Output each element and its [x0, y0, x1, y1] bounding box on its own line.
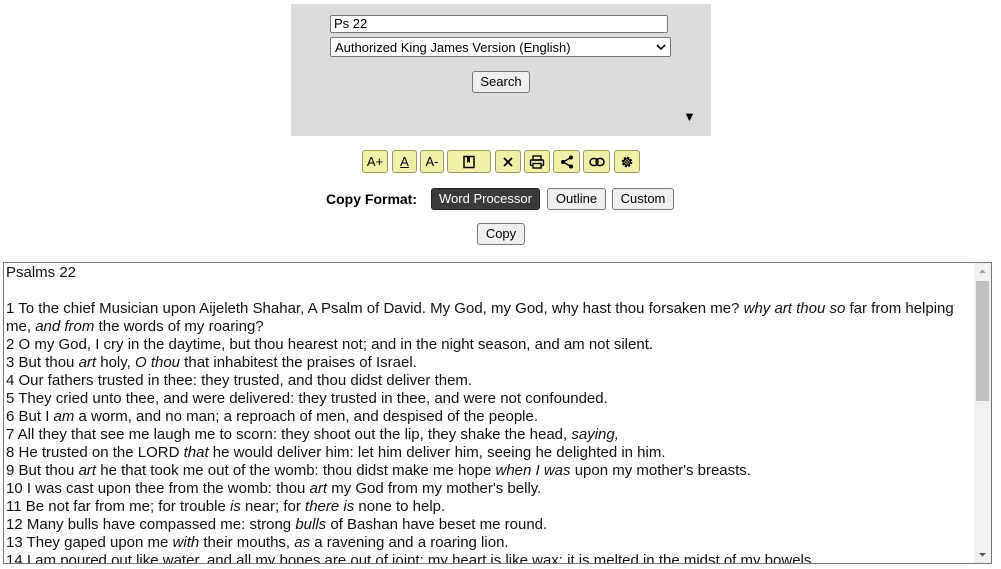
verse-italic-text: bulls	[295, 516, 327, 533]
verse-italic-text: art	[309, 480, 328, 497]
page: Ps 22 Authorized King James Version (Eng…	[0, 0, 1001, 569]
verse-text: 1 To the chief Musician upon Aijeleth Sh…	[6, 300, 744, 317]
scrollbar-thumb[interactable]	[976, 281, 989, 401]
verse-italic-text: and from	[35, 318, 95, 335]
verse-italic-text: that	[183, 444, 209, 461]
verse-text: their mouths,	[199, 534, 295, 551]
verse-text: the words of my roaring?	[94, 318, 264, 335]
verse-italic-text: why art thou so	[743, 300, 846, 317]
format-custom-button[interactable]: Custom	[612, 188, 674, 210]
verse-italic-text: am	[53, 408, 75, 425]
verse-text: 8 He trusted on the LORD	[6, 444, 184, 461]
expand-options-icon[interactable]: ▼	[683, 110, 696, 123]
verse-text: 4 Our fathers trusted in thee: they trus…	[6, 372, 473, 389]
verse-text: holy,	[96, 354, 135, 371]
link-icon	[588, 157, 605, 166]
scroll-up-arrow-icon[interactable]	[974, 263, 991, 280]
copy-button[interactable]: Copy	[477, 223, 525, 245]
format-outline-button[interactable]: Outline	[547, 188, 606, 210]
passage-title: Psalms 22	[6, 264, 77, 281]
search-panel: Ps 22 Authorized King James Version (Eng…	[291, 4, 711, 136]
verse-text: my God from my mother's belly.	[327, 480, 542, 497]
settings-button[interactable]	[614, 150, 640, 173]
verse-italic-text: art	[78, 462, 97, 479]
font-increase-button[interactable]: A+	[362, 150, 388, 173]
verse-text: none to help.	[354, 498, 446, 515]
font-reset-button[interactable]: A	[392, 150, 417, 173]
printer-icon	[529, 154, 545, 169]
verse-italic-text: is	[230, 498, 241, 515]
scroll-down-arrow-icon[interactable]	[974, 546, 991, 563]
verse-italic-text: when I was	[495, 462, 571, 479]
verse-italic-text: as	[294, 534, 311, 551]
verse-italic-text: saying,	[571, 426, 619, 443]
passage-toolbar: A+ A A-	[362, 150, 642, 173]
verse-line: 10 I was cast upon thee from the womb: t…	[6, 480, 971, 498]
font-decrease-button[interactable]: A-	[420, 150, 444, 173]
verse-line: 2 O my God, I cry in the daytime, but th…	[6, 336, 971, 354]
copy-format-label: Copy Format:	[326, 191, 417, 207]
verse-text: he that took me out of the womb: thou di…	[96, 462, 496, 479]
verse-text: he would deliver him: let him deliver hi…	[208, 444, 666, 461]
verse-line: 1 To the chief Musician upon Aijeleth Sh…	[6, 300, 971, 336]
verse-line: 5 They cried unto thee, and were deliver…	[6, 390, 971, 408]
verse-line: 12 Many bulls have compassed me: strong …	[6, 516, 971, 534]
version-select-value: Authorized King James Version (English)	[335, 40, 571, 55]
chevron-down-icon	[656, 44, 666, 51]
verse-line: 11 Be not far from me; for trouble is ne…	[6, 498, 971, 516]
clear-button[interactable]	[495, 150, 521, 173]
verse-text: 11 Be not far from me; for trouble	[6, 498, 230, 515]
vertical-scrollbar[interactable]	[974, 263, 991, 563]
verse-line: 4 Our fathers trusted in thee: they trus…	[6, 372, 971, 390]
verse-line: 7 All they that see me laugh me to scorn…	[6, 426, 971, 444]
verse-text: 9 But thou	[6, 462, 79, 479]
gear-icon	[621, 156, 633, 167]
verse-text: 2 O my God, I cry in the daytime, but th…	[6, 336, 654, 353]
verse-line: 9 But thou art he that took me out of th…	[6, 462, 971, 480]
verse-line: 14 I am poured out like water, and all m…	[6, 552, 971, 564]
verse-text: 7 All they that see me laugh me to scorn…	[6, 426, 572, 443]
share-button[interactable]	[553, 150, 580, 173]
verse-text: upon my mother's breasts.	[570, 462, 751, 479]
close-icon	[503, 156, 513, 167]
verse-text: 6 But I	[6, 408, 54, 425]
verse-text: a ravening and a roaring lion.	[310, 534, 509, 551]
verse-text: 12 Many bulls have compassed me: strong	[6, 516, 296, 533]
verse-text: that inhabitest the praises of Israel.	[180, 354, 417, 371]
verse-text: 14 I am poured out like water, and all m…	[6, 552, 816, 564]
search-input[interactable]: Ps 22	[330, 15, 668, 33]
verse-italic-text: there is	[305, 498, 355, 515]
verse-text: a worm, and no man; a reproach of men, a…	[74, 408, 538, 425]
verse-text: of Bashan have beset me round.	[326, 516, 548, 533]
verse-list: 1 To the chief Musician upon Aijeleth Sh…	[6, 300, 971, 564]
verse-text: near; for	[240, 498, 306, 515]
verse-italic-text: O thou	[134, 354, 181, 371]
verse-line: 3 But thou art holy, O thou that inhabit…	[6, 354, 971, 372]
verse-text: 5 They cried unto thee, and were deliver…	[6, 390, 608, 407]
bookmark-button[interactable]	[447, 150, 491, 173]
verse-text: 13 They gaped upon me	[6, 534, 173, 551]
version-select[interactable]: Authorized King James Version (English)	[330, 37, 671, 57]
verse-text: 3 But thou	[6, 354, 79, 371]
book-icon	[463, 155, 475, 168]
format-word-processor-button[interactable]: Word Processor	[431, 188, 540, 210]
print-button[interactable]	[524, 150, 550, 173]
share-icon	[560, 155, 573, 168]
passage-textarea[interactable]: Psalms 22 1 To the chief Musician upon A…	[3, 262, 992, 564]
verse-italic-text: with	[172, 534, 200, 551]
verse-line: 13 They gaped upon me with their mouths,…	[6, 534, 971, 552]
search-button[interactable]: Search	[472, 71, 530, 93]
verse-line: 6 But I am a worm, and no man; a reproac…	[6, 408, 971, 426]
passage-content: Psalms 22 1 To the chief Musician upon A…	[6, 263, 971, 564]
verse-line: 8 He trusted on the LORD that he would d…	[6, 444, 971, 462]
link-button[interactable]	[583, 150, 610, 173]
verse-italic-text: art	[78, 354, 97, 371]
verse-text: 10 I was cast upon thee from the womb: t…	[6, 480, 310, 497]
